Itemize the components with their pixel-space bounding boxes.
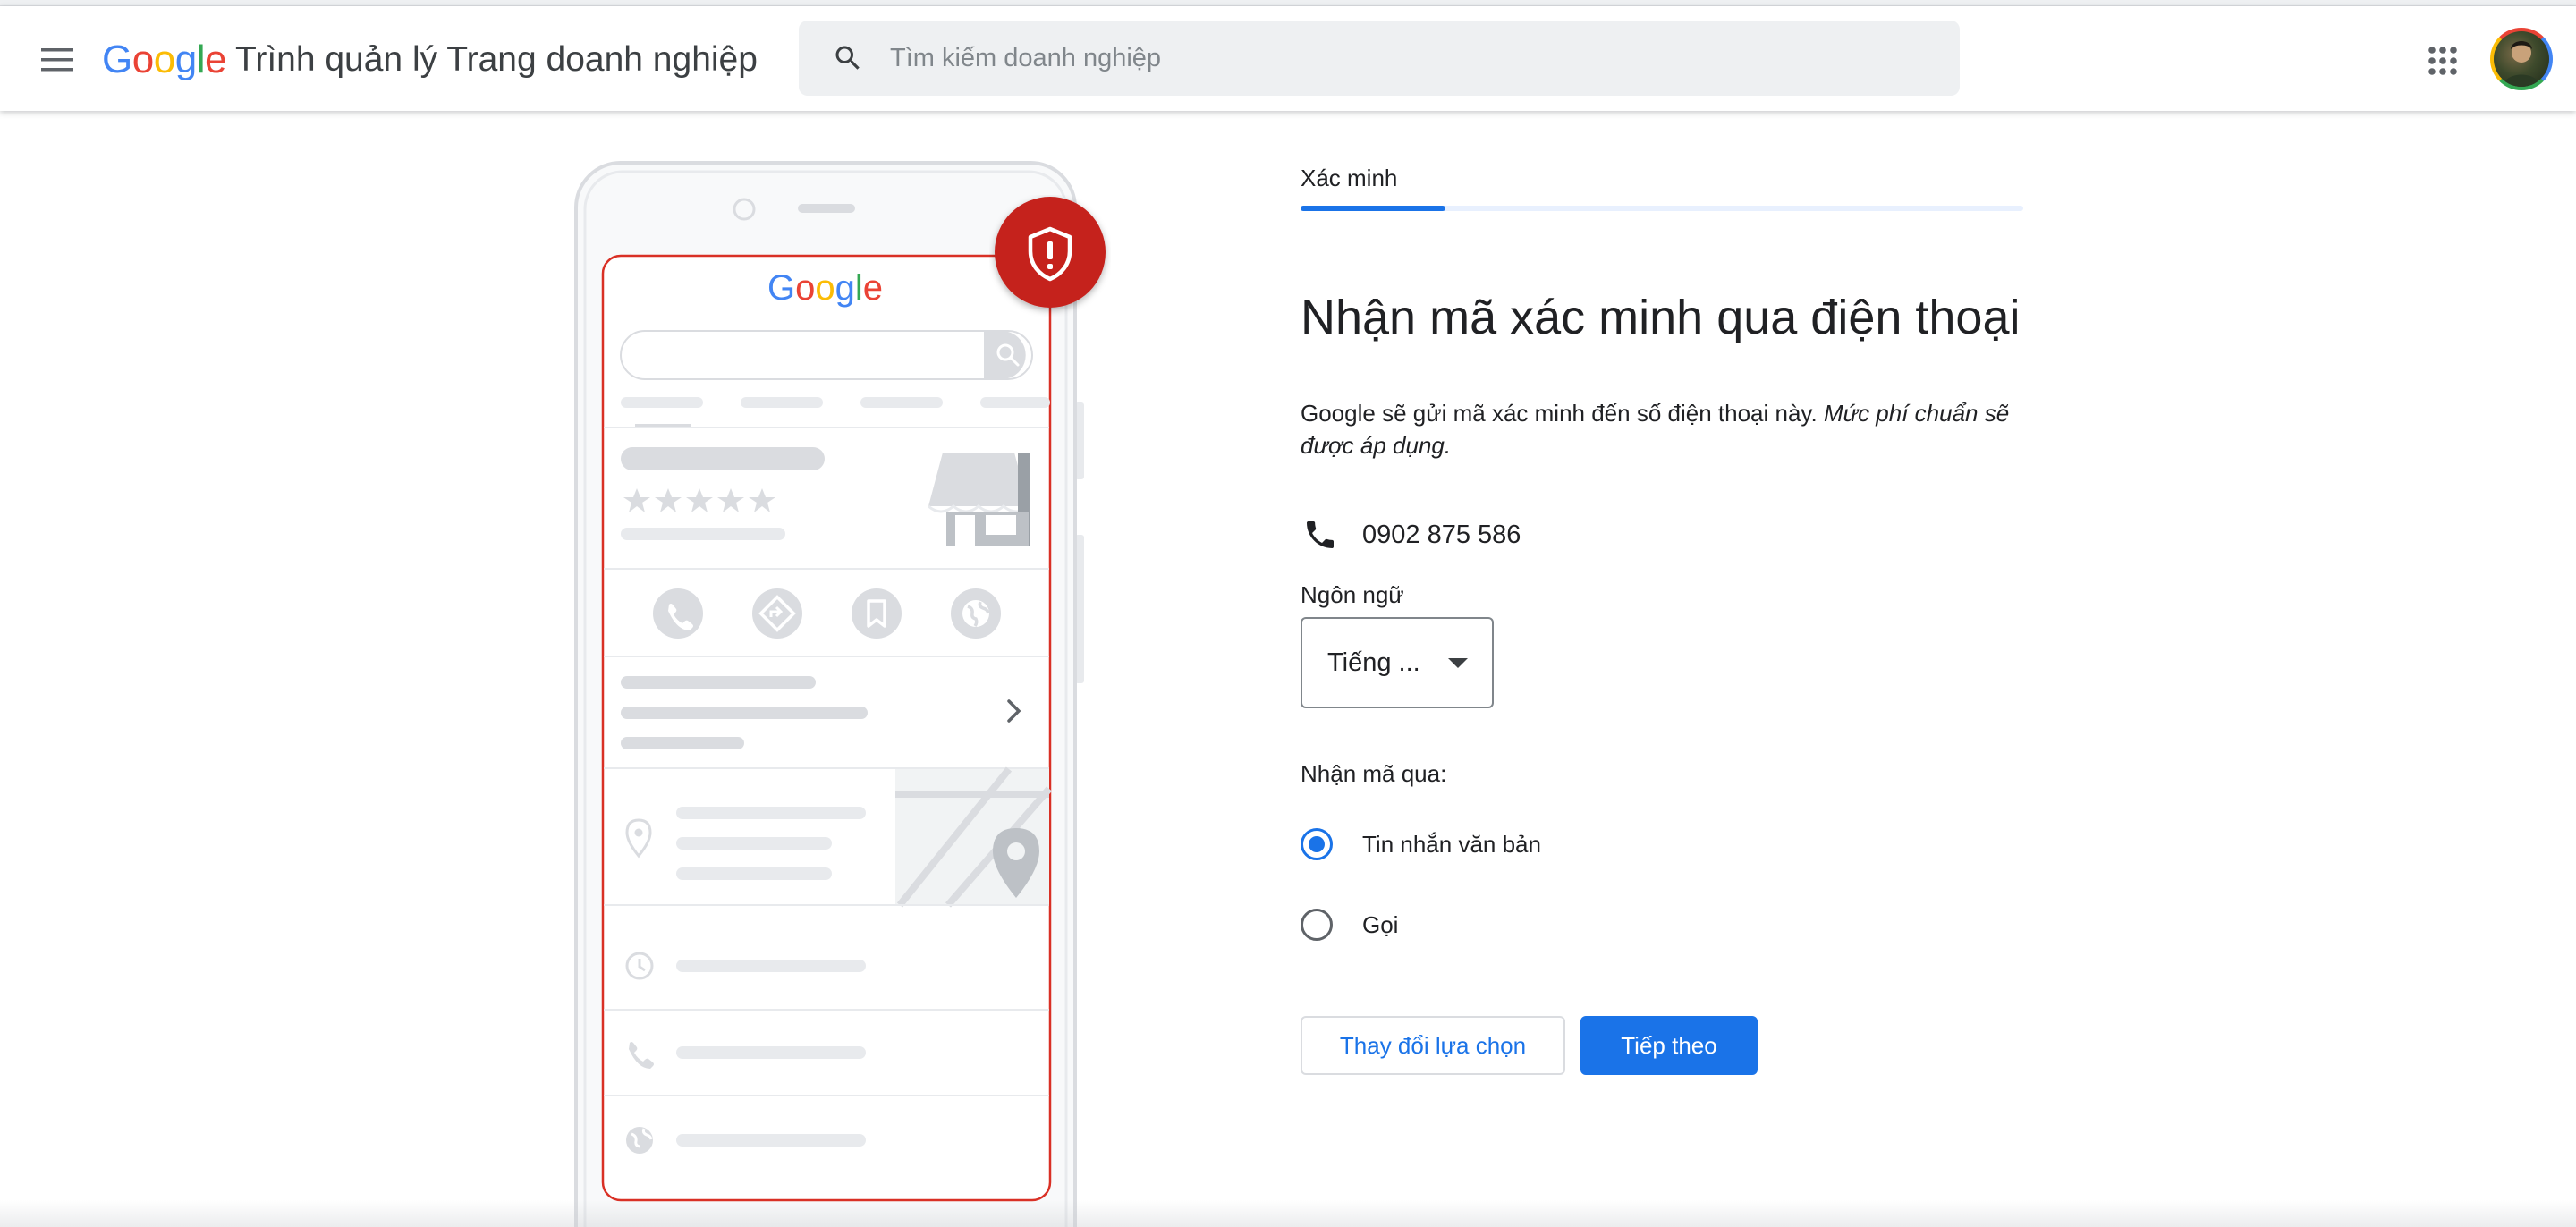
app-header: Google Trình quản lý Trang doanh nghiệp xyxy=(0,6,2576,111)
option-text-message[interactable]: Tin nhắn văn bản xyxy=(1301,828,1541,860)
progress-track xyxy=(1301,206,2023,211)
product-name: Trình quản lý Trang doanh nghiệp xyxy=(234,40,758,79)
change-option-button[interactable]: Thay đổi lựa chọn xyxy=(1301,1016,1565,1075)
phone-mockup xyxy=(574,161,1084,1227)
option-label: Tin nhắn văn bản xyxy=(1362,830,1541,858)
logo-letter: G xyxy=(102,38,132,81)
description-text: Google sẽ gửi mã xác minh đến số điện th… xyxy=(1301,400,1824,427)
hamburger-menu-icon xyxy=(41,48,73,72)
phone-google-logo: Google xyxy=(767,268,883,309)
option-call[interactable]: Gọi xyxy=(1301,909,1398,941)
dropdown-arrow-icon xyxy=(1447,653,1469,674)
account-avatar[interactable] xyxy=(2490,28,2553,90)
progress-fill xyxy=(1301,206,1445,211)
main-menu-button[interactable] xyxy=(32,35,82,85)
logo-letter: l xyxy=(854,268,863,308)
page-title: Nhận mã xác minh qua điện thoại xyxy=(1301,291,2021,344)
logo-letter: G xyxy=(767,268,796,308)
logo-letter: e xyxy=(204,38,226,81)
description: Google sẽ gửi mã xác minh đến số điện th… xyxy=(1301,397,2023,461)
receive-via-label: Nhận mã qua: xyxy=(1301,760,1447,787)
logo-letter: o xyxy=(131,38,154,81)
radio-button-selected[interactable] xyxy=(1301,828,1333,860)
logo-letter: e xyxy=(862,268,884,308)
logo-letter: o xyxy=(815,268,835,308)
phone-icon xyxy=(1301,515,1340,554)
search-bar[interactable] xyxy=(799,21,1960,96)
logo-letter: o xyxy=(153,38,175,81)
shield-alert-icon xyxy=(995,197,1106,308)
phone-number-row: 0902 875 586 xyxy=(1301,515,1521,554)
radio-dot xyxy=(1309,836,1325,852)
next-button[interactable]: Tiếp theo xyxy=(1580,1016,1758,1075)
language-label: Ngôn ngữ xyxy=(1301,581,1404,608)
option-label: Gọi xyxy=(1362,910,1399,938)
phone-number: 0902 875 586 xyxy=(1362,520,1521,549)
logo-letter: g xyxy=(835,268,855,308)
radio-button[interactable] xyxy=(1301,909,1333,941)
search-input[interactable] xyxy=(890,43,1919,73)
logo-letter: g xyxy=(174,38,197,81)
brand[interactable]: Google Trình quản lý Trang doanh nghiệp xyxy=(102,33,758,87)
browser-top-strip xyxy=(0,0,2576,6)
logo-letter: l xyxy=(196,38,206,81)
search-icon[interactable] xyxy=(826,36,870,80)
language-select[interactable]: Tiếng ... xyxy=(1301,617,1494,708)
apps-grid-icon xyxy=(2428,47,2457,75)
phone-illustration: Google xyxy=(572,159,1127,1227)
step-label: Xác minh xyxy=(1301,165,1398,191)
google-apps-button[interactable] xyxy=(2420,38,2465,83)
google-logo: Google xyxy=(102,38,226,82)
logo-letter: o xyxy=(795,268,816,308)
bottom-shadow xyxy=(0,1200,2576,1227)
avatar-image xyxy=(2503,41,2540,87)
language-value: Tiếng ... xyxy=(1327,647,1420,677)
